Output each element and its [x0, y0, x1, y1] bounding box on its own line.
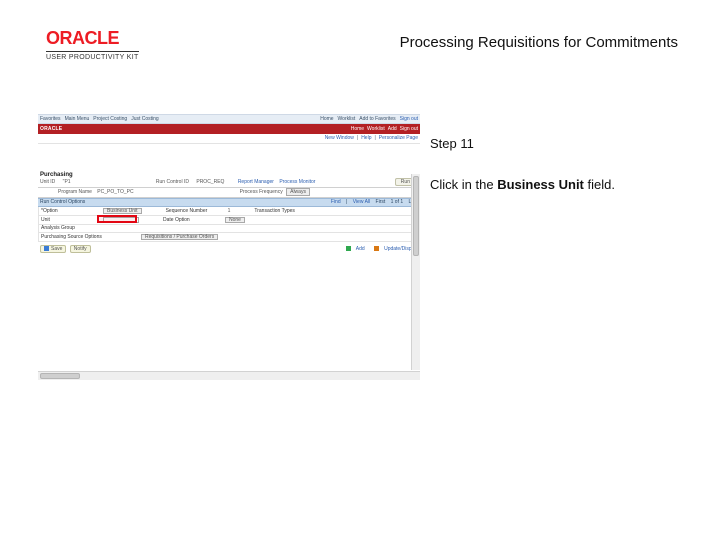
txn-label: Transaction Types [254, 209, 316, 214]
runctrl-value: PROC_REQ [196, 179, 224, 185]
vscroll-thumb[interactable] [413, 176, 419, 256]
app-brand: ORACLE [40, 127, 62, 132]
row-business-unit: Unit Date Option None [39, 216, 419, 225]
app-brand-row: ORACLE Home Worklist Add Sign out [38, 124, 420, 134]
step-label: Step 11 [430, 136, 680, 151]
save-button[interactable]: Save [40, 245, 66, 253]
menu-home[interactable]: Home [320, 117, 333, 122]
add-link[interactable]: Add [342, 246, 365, 252]
app-subnav: New Window | Help | Personalize Page [38, 134, 420, 144]
embedded-screenshot: Favorites Main Menu Project Costing Just… [38, 114, 420, 380]
redlink[interactable]: Add [388, 127, 397, 132]
notify-label: Notify [74, 246, 87, 252]
bluebar-first[interactable]: First [376, 199, 386, 205]
redlink[interactable]: Home [351, 127, 364, 132]
seq-value: 1 [228, 209, 231, 214]
instruction-post: field. [584, 177, 615, 192]
redlink[interactable]: Worklist [367, 127, 385, 132]
report-manager-link[interactable]: Report Manager [238, 179, 274, 185]
brand-block: ORACLE USER PRODUCTIVITY KIT [46, 28, 139, 61]
seq-label: Sequence Number [166, 209, 228, 214]
instruction-pre: Click in the [430, 177, 497, 192]
business-unit-input[interactable] [103, 217, 139, 223]
app-bottom-bar: Save Notify Add Update/Display [38, 244, 420, 254]
horizontal-scrollbar[interactable] [38, 371, 420, 380]
bluebar-title: Run Control Options [40, 200, 85, 205]
procfreq-select[interactable]: Always [286, 188, 310, 196]
bluebar-viewall[interactable]: View All [353, 199, 370, 205]
subnav-newwindow[interactable]: New Window [325, 136, 354, 141]
notify-button[interactable]: Notify [70, 245, 91, 253]
procfreq-label: Process Frequency [240, 189, 283, 195]
source-label: Purchasing Source Options [41, 235, 141, 240]
option-label: *Option [41, 209, 103, 214]
row-source: Purchasing Source Options Requisitions /… [39, 233, 419, 242]
program-value: PC_PO_TO_PC [97, 189, 133, 195]
row-analysis: Analysis Group [39, 225, 419, 233]
module-title: Purchasing [38, 170, 420, 178]
brand-logo: ORACLE [46, 28, 139, 49]
unit-label: Unit ID [40, 179, 55, 185]
dateopt-select[interactable]: None [225, 217, 245, 223]
module-subrow2: Program Name PC_PO_TO_PC Process Frequen… [38, 188, 420, 198]
disk-icon [44, 246, 49, 251]
page: ORACLE USER PRODUCTIVITY KIT Processing … [0, 0, 720, 540]
brand-subtitle: USER PRODUCTIVITY KIT [46, 51, 139, 61]
app-menubar: Favorites Main Menu Project Costing Just… [38, 114, 420, 124]
page-title: Processing Requisitions for Commitments [400, 34, 678, 51]
bluebar-find[interactable]: Find [331, 199, 341, 205]
source-select[interactable]: Requisitions / Purchase Orders [141, 234, 218, 240]
program-label: Program Name [58, 189, 92, 195]
dateopt-label: Date Option [163, 218, 225, 223]
save-label: Save [51, 246, 62, 252]
bu-label: Unit [41, 218, 103, 223]
menu-worklist[interactable]: Worklist [338, 117, 356, 122]
instruction-bold: Business Unit [497, 177, 584, 192]
runctrl-options-bar: Run Control Options Find | View All Firs… [38, 198, 420, 207]
menu-item[interactable]: Project Costing [93, 117, 127, 122]
menu-fav[interactable]: Add to Favorites [359, 117, 395, 122]
bluebar-pager: 1 of 1 [391, 199, 404, 205]
option-select[interactable]: Business Unit [103, 208, 142, 214]
analysis-label: Analysis Group [41, 226, 103, 231]
plus-icon [346, 246, 351, 251]
update-icon [374, 246, 379, 251]
unit-value: "P1 [63, 179, 71, 185]
menu-signout[interactable]: Sign out [400, 117, 418, 122]
fields-area: *Option Business Unit Sequence Number 1 … [38, 207, 420, 242]
redlink[interactable]: Sign out [400, 127, 418, 132]
row-option: *Option Business Unit Sequence Number 1 … [39, 207, 419, 216]
module-subrow: Unit ID "P1 Run Control ID PROC_REQ Repo… [38, 178, 420, 188]
hscroll-thumb[interactable] [40, 373, 80, 379]
module-block: Purchasing Unit ID "P1 Run Control ID PR… [38, 170, 420, 254]
instruction-column: Step 11 Click in the Business Unit field… [430, 136, 680, 192]
vertical-scrollbar[interactable] [411, 174, 420, 370]
runctrl-label: Run Control ID [156, 179, 189, 185]
subnav-help[interactable]: Help [361, 136, 371, 141]
menu-item[interactable]: Favorites [40, 117, 61, 122]
instruction-text: Click in the Business Unit field. [430, 177, 680, 192]
subnav-personalize[interactable]: Personalize Page [379, 136, 418, 141]
menu-item[interactable]: Main Menu [65, 117, 90, 122]
menu-item[interactable]: Just Costing [131, 117, 159, 122]
process-monitor-link[interactable]: Process Monitor [279, 179, 315, 185]
bottom-links: Add Update/Display [338, 246, 418, 252]
